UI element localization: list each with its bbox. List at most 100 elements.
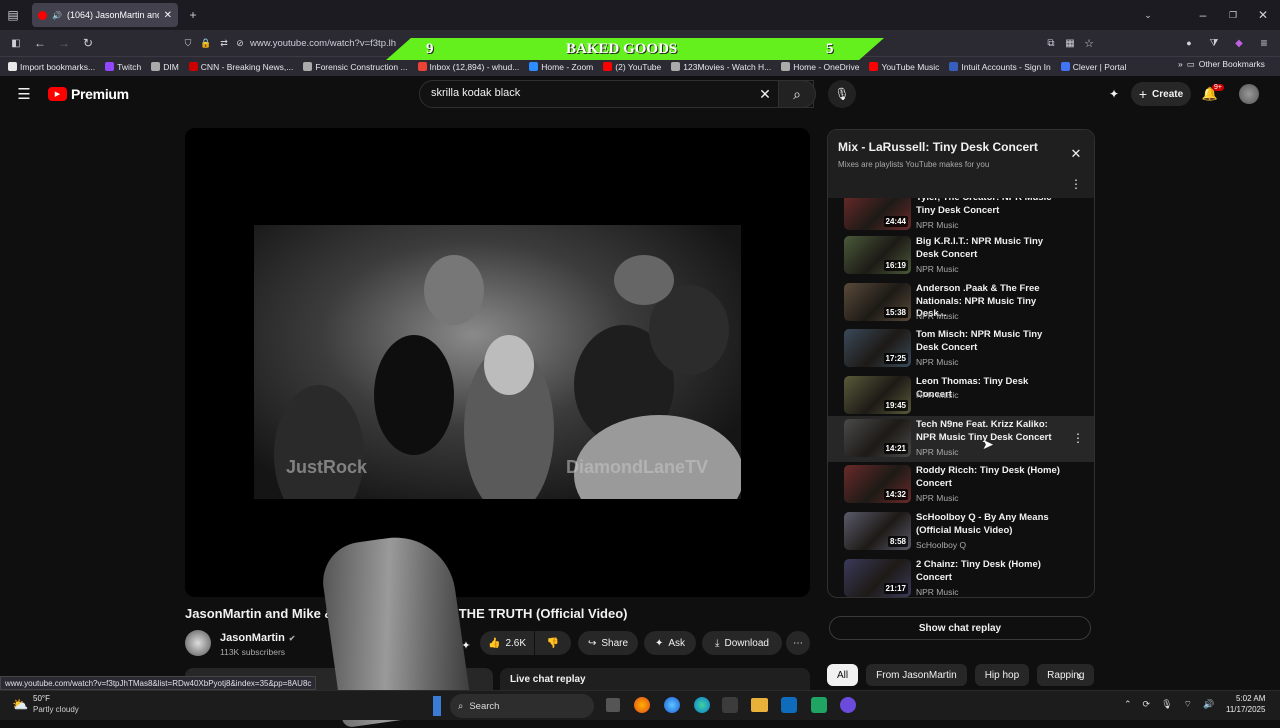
taskbar-search[interactable]: ⌕ Search xyxy=(450,694,594,718)
playlist-item[interactable]: 17:25 Tom Misch: NPR Music Tiny Desk Conc… xyxy=(836,329,1086,373)
task-view-icon[interactable] xyxy=(606,698,620,712)
account-icon[interactable]: ● xyxy=(1182,36,1196,50)
voice-search-button[interactable]: 🎙 xyxy=(828,80,856,108)
more-actions-button[interactable]: ⋯ xyxy=(786,631,810,655)
bookmark-item[interactable]: CNN - Breaking News,... xyxy=(188,62,293,72)
playlist-item[interactable]: 16:19 Big K.R.I.T.: NPR Music Tiny Desk C… xyxy=(836,236,1086,280)
bookmark-item[interactable]: DIM xyxy=(151,62,179,72)
new-tab-icon[interactable]: + xyxy=(186,8,200,22)
close-playlist-icon[interactable]: ✕ xyxy=(1068,146,1084,162)
bookmark-item[interactable]: Home - Zoom xyxy=(529,62,593,72)
playlist-thumbnail[interactable]: 17:25 xyxy=(844,329,911,367)
playlist-item-title[interactable]: Tom Misch: NPR Music Tiny Desk Concert xyxy=(916,329,1066,354)
close-window-icon[interactable]: ✕ xyxy=(1257,8,1269,22)
playlist-menu-icon[interactable]: ⋮ xyxy=(1068,176,1084,192)
close-tab-icon[interactable]: ✕ xyxy=(164,10,172,21)
mic-tray-icon[interactable]: 🎙 xyxy=(1161,699,1172,710)
dislike-button[interactable]: 👎 xyxy=(535,631,571,655)
tab-list-icon[interactable]: ▤ xyxy=(6,8,20,22)
reader-view-icon[interactable]: ▦ xyxy=(1063,36,1077,50)
playlist-item-title[interactable]: Big K.R.I.T.: NPR Music Tiny Desk Concer… xyxy=(916,236,1066,261)
wifi-icon[interactable]: ⌔ xyxy=(1184,699,1192,710)
avatar[interactable] xyxy=(1239,84,1259,104)
live-chat-header[interactable]: Live chat replay xyxy=(500,668,810,690)
playlist-item-title[interactable]: Roddy Ricch: Tiny Desk (Home) Concert xyxy=(916,465,1066,490)
url-bar[interactable]: www.youtube.com/watch?v=f3tp.lh xyxy=(250,38,396,49)
filter-chip[interactable]: Hip hop xyxy=(974,664,1030,686)
search-input[interactable]: skrilla kodak black xyxy=(419,80,814,108)
clear-search-icon[interactable]: ✕ xyxy=(757,86,773,102)
channel-name-container[interactable]: JasonMartin ✔ xyxy=(220,632,296,644)
bookmark-item[interactable]: Import bookmarks... xyxy=(8,62,95,72)
screenshot-icon[interactable]: ⧉ xyxy=(1044,36,1058,50)
item-menu-icon[interactable]: ⋮ xyxy=(1072,431,1084,445)
playlist-thumbnail[interactable]: 21:17 xyxy=(844,559,911,597)
playlist-item-title[interactable]: ScHoolboy Q - By Any Means (Official Mus… xyxy=(916,512,1066,537)
ask-button[interactable]: ✦ Ask xyxy=(644,631,696,655)
filter-chip[interactable]: From JasonMartin xyxy=(866,664,967,686)
extension-icon[interactable]: ◆ xyxy=(1232,36,1246,50)
search-button[interactable]: ⌕ xyxy=(778,80,816,108)
start-button[interactable] xyxy=(433,696,441,716)
reload-icon[interactable]: ↻ xyxy=(81,36,95,50)
share-button[interactable]: ↪ Share xyxy=(578,631,638,655)
bookmark-star-icon[interactable]: ☆ xyxy=(1082,36,1096,50)
bookmark-item[interactable]: 123Movies - Watch H... xyxy=(671,62,771,72)
edge-icon[interactable] xyxy=(694,697,710,713)
show-chat-replay-button[interactable]: Show chat replay xyxy=(829,616,1091,640)
create-button[interactable]: + Create xyxy=(1131,82,1191,106)
chevron-up-icon[interactable]: ⌃ xyxy=(1124,699,1132,710)
bookmark-item[interactable]: Intuit Accounts - Sign In xyxy=(949,62,1051,72)
weather-temp[interactable]: 50°F xyxy=(33,694,50,703)
tray-icons[interactable]: ⌃ ⟳ 🎙 ⌔ 🔊 xyxy=(1124,699,1214,710)
playlist-item-title[interactable]: 2 Chainz: Tiny Desk (Home) Concert xyxy=(916,559,1066,584)
bookmark-item[interactable]: (2) YouTube xyxy=(603,62,661,72)
sync-icon[interactable]: ⟳ xyxy=(1143,699,1151,710)
back-icon[interactable]: ← xyxy=(33,36,47,50)
playlist-item[interactable]: 14:32 Roddy Ricch: Tiny Desk (Home) Conce… xyxy=(836,465,1086,509)
video-player[interactable]: JustRock DiamondLaneTV xyxy=(185,128,810,597)
store-icon[interactable] xyxy=(722,697,738,713)
other-bookmarks[interactable]: Other Bookmarks xyxy=(1199,59,1265,70)
playlist-thumbnail[interactable]: 14:21 xyxy=(844,419,911,457)
autoplay-blocked-icon[interactable]: ⊘ xyxy=(234,36,246,50)
chevrons-right-icon[interactable]: » xyxy=(1178,59,1183,70)
playlist-thumbnail[interactable]: 8:58 xyxy=(844,512,911,550)
playlist-item[interactable]: 24:44 Tyler, The Creator: NPR Music Tiny … xyxy=(836,198,1086,236)
discord-icon[interactable] xyxy=(840,697,856,713)
playlist-item[interactable]: 8:58 ScHoolboy Q - By Any Means (Official… xyxy=(836,512,1086,556)
playlist-title[interactable]: Mix - LaRussell: Tiny Desk Concert xyxy=(838,140,1038,154)
permissions-icon[interactable]: ⇄ xyxy=(218,36,230,50)
extensions-icon[interactable]: ⧩ xyxy=(1207,36,1221,50)
playlist-thumbnail[interactable]: 16:19 xyxy=(844,236,911,274)
playlist-item[interactable]: 15:38 Anderson .Paak & The Free Nationals… xyxy=(836,283,1086,327)
bookmark-item[interactable]: Home - OneDrive xyxy=(781,62,859,72)
like-button[interactable]: 👍 2.6K xyxy=(480,631,534,655)
chevron-right-icon[interactable]: › xyxy=(1072,668,1086,683)
speaker-icon[interactable]: 🔊 xyxy=(52,11,62,20)
playlist-thumbnail[interactable]: 15:38 xyxy=(844,283,911,321)
playlist-item[interactable]: 21:17 2 Chainz: Tiny Desk (Home) Concert N… xyxy=(836,559,1086,597)
bookmark-item[interactable]: Clever | Portal xyxy=(1060,62,1126,72)
playlist-thumbnail[interactable]: 24:44 xyxy=(844,198,911,230)
playlist-item-title[interactable]: Tyler, The Creator: NPR Music Tiny Desk … xyxy=(916,198,1066,217)
restore-icon[interactable]: ❐ xyxy=(1227,8,1239,22)
playlist-item[interactable]: 14:21 Tech N9ne Feat. Krizz Kaliko: NPR M… xyxy=(828,416,1094,462)
bookmark-item[interactable]: YouTube Music xyxy=(869,62,939,72)
bookmark-item[interactable]: Twitch xyxy=(105,62,141,72)
playlist-item[interactable]: 19:45 Leon Thomas: Tiny Desk Concert NPR M… xyxy=(836,376,1086,420)
weather-desc[interactable]: Partly cloudy xyxy=(33,705,79,714)
file-explorer-icon[interactable] xyxy=(751,698,768,712)
chevron-down-icon[interactable]: ⌄ xyxy=(1142,8,1154,22)
firefox-icon[interactable] xyxy=(634,697,650,713)
playlist-thumbnail[interactable]: 14:32 xyxy=(844,465,911,503)
bookmark-item[interactable]: Inbox (12,894) - whud... xyxy=(417,62,519,72)
volume-icon[interactable]: 🔊 xyxy=(1203,699,1214,710)
app-icon[interactable] xyxy=(811,697,827,713)
filter-chip[interactable]: All xyxy=(827,664,859,686)
channel-avatar[interactable] xyxy=(185,630,211,656)
sidebar-icon[interactable]: ◧ xyxy=(9,36,23,50)
minimize-icon[interactable]: – xyxy=(1197,8,1209,22)
lock-icon[interactable]: 🔒 xyxy=(200,36,212,50)
clock-date[interactable]: 11/17/2025 xyxy=(1226,705,1265,714)
